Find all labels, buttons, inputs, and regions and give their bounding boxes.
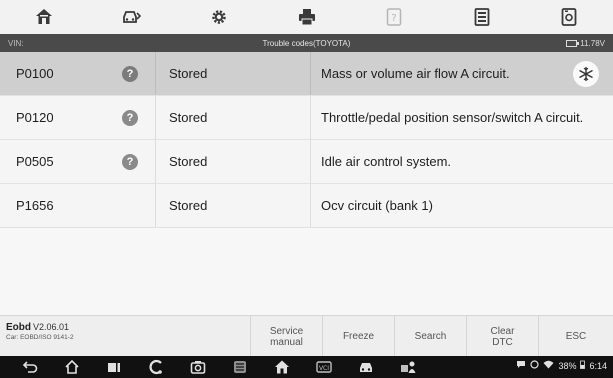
dtc-description: Mass or volume air flow A circuit. bbox=[321, 66, 510, 81]
dtc-code: P0505 bbox=[16, 154, 54, 169]
table-row[interactable]: P0100 ? Stored Mass or volume air flow A… bbox=[0, 52, 613, 96]
home-button[interactable] bbox=[0, 0, 88, 34]
svg-text:?: ? bbox=[391, 13, 396, 24]
print-button[interactable] bbox=[263, 0, 351, 34]
clock: 6:14 bbox=[589, 360, 607, 371]
table-row[interactable]: P1656 Stored Ocv circuit (bank 1) bbox=[0, 184, 613, 228]
camera-icon[interactable] bbox=[190, 359, 206, 375]
back-icon[interactable] bbox=[22, 359, 38, 375]
vehicle-swap-icon bbox=[123, 11, 142, 23]
remote-expert-icon[interactable] bbox=[400, 359, 416, 375]
service-manual-button[interactable]: Service manual bbox=[250, 316, 322, 357]
title-bar: VIN: Trouble codes(TOYOTA) 11.78V bbox=[0, 34, 613, 52]
table-row[interactable]: P0120 ? Stored Throttle/pedal position s… bbox=[0, 96, 613, 140]
column-divider bbox=[155, 184, 156, 227]
vci-icon[interactable] bbox=[232, 359, 248, 375]
svg-text:VCI: VCI bbox=[319, 365, 329, 372]
column-divider bbox=[310, 52, 311, 95]
notification-icon bbox=[530, 360, 540, 371]
dtc-code: P0100 bbox=[16, 66, 54, 81]
search-label: Search bbox=[414, 331, 447, 342]
battery-percent: 38% bbox=[558, 360, 577, 371]
clear-dtc-button[interactable]: Clear DTC bbox=[466, 316, 538, 357]
column-divider bbox=[310, 140, 311, 183]
column-divider bbox=[310, 96, 311, 139]
screenshot-icon bbox=[561, 8, 577, 26]
system-nav-bar: VCI 38% 6:14 bbox=[0, 356, 613, 378]
message-icon bbox=[516, 360, 526, 371]
freeze-label: Freeze bbox=[342, 331, 375, 342]
clear-dtc-label-line2: DTC bbox=[492, 336, 513, 348]
top-toolbar: ? bbox=[0, 0, 613, 34]
data-log-icon bbox=[474, 8, 490, 26]
vci-connection-icon[interactable]: VCI bbox=[316, 359, 332, 375]
wifi-icon bbox=[543, 360, 554, 371]
dtc-status: Stored bbox=[169, 110, 208, 125]
battery-voltage: 11.78V bbox=[566, 39, 605, 48]
page-title: Trouble codes(TOYOTA) bbox=[262, 38, 351, 48]
status-area: 38% 6:14 bbox=[516, 360, 607, 371]
app-version: V2.06.01 bbox=[33, 322, 70, 332]
esc-button[interactable]: ESC bbox=[538, 316, 613, 357]
dtc-description: Throttle/pedal position sensor/switch A … bbox=[321, 110, 584, 125]
clear-dtc-label-line1: Clear bbox=[490, 325, 515, 337]
settings-icon bbox=[212, 10, 226, 24]
dtc-description: Idle air control system. bbox=[321, 154, 452, 169]
home-icon bbox=[35, 9, 52, 24]
dtc-description: Ocv circuit (bank 1) bbox=[321, 198, 433, 213]
function-bar: Eobd V2.06.01 Car: EOBD/ISO 9141-2 Servic… bbox=[0, 315, 613, 357]
service-manual-label-line1: Service bbox=[269, 325, 304, 337]
column-divider bbox=[155, 96, 156, 139]
car-info: Car: EOBD/ISO 9141-2 bbox=[6, 334, 74, 341]
column-divider bbox=[155, 52, 156, 95]
vehicle-swap-button[interactable] bbox=[88, 0, 176, 34]
column-divider bbox=[310, 184, 311, 227]
dtc-status: Stored bbox=[169, 198, 208, 213]
help-icon[interactable]: ? bbox=[122, 65, 138, 82]
settings-button[interactable] bbox=[175, 0, 263, 34]
print-icon bbox=[298, 9, 315, 26]
dtc-status: Stored bbox=[169, 154, 208, 169]
voltage-value: 11.78V bbox=[580, 38, 605, 48]
help-icon[interactable]: ? bbox=[122, 109, 138, 126]
help-button[interactable]: ? bbox=[350, 0, 438, 34]
trouble-code-table: P0100 ? Stored Mass or volume air flow A… bbox=[0, 52, 613, 315]
search-button[interactable]: Search bbox=[394, 316, 466, 357]
table-row[interactable]: P0505 ? Stored Idle air control system. bbox=[0, 140, 613, 184]
home-app-icon[interactable] bbox=[274, 359, 290, 375]
freeze-button[interactable]: Freeze bbox=[322, 316, 394, 357]
app-info: Eobd V2.06.01 Car: EOBD/ISO 9141-2 bbox=[6, 322, 74, 341]
screenshot-button[interactable] bbox=[525, 0, 613, 34]
column-divider bbox=[155, 140, 156, 183]
dtc-code: P1656 bbox=[16, 198, 54, 213]
app-name: Eobd bbox=[6, 322, 31, 333]
car-icon[interactable] bbox=[358, 359, 374, 375]
dtc-status: Stored bbox=[169, 66, 208, 81]
dtc-code: P0120 bbox=[16, 110, 54, 125]
help-icon[interactable]: ? bbox=[122, 153, 138, 170]
car-battery-icon bbox=[566, 39, 580, 47]
battery-icon bbox=[580, 360, 586, 371]
help-icon: ? bbox=[386, 8, 402, 26]
service-manual-label-line2: manual bbox=[270, 336, 303, 348]
recent-apps-icon[interactable] bbox=[106, 359, 122, 375]
esc-label: ESC bbox=[565, 331, 587, 342]
app-launcher-icon[interactable] bbox=[148, 359, 164, 375]
data-log-button[interactable] bbox=[438, 0, 526, 34]
home-nav-icon[interactable] bbox=[64, 359, 80, 375]
freeze-frame-icon[interactable] bbox=[573, 60, 599, 87]
